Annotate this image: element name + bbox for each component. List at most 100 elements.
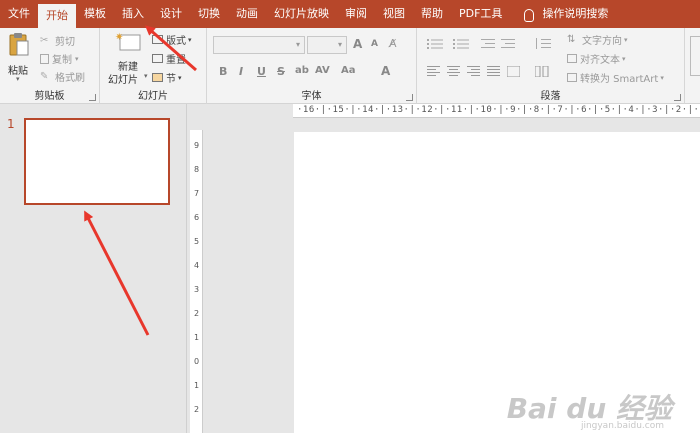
slides-group-label: 幻灯片 (138, 91, 168, 102)
baidu-watermark-url: jingyan.baidu.com (580, 421, 664, 431)
cut-label: 剪切 (55, 37, 75, 48)
strikethrough-button[interactable]: S (277, 65, 285, 78)
vertical-ruler-tick: 7 (193, 189, 200, 198)
char-spacing-button[interactable]: AV (315, 65, 330, 76)
menu-help[interactable]: 帮助 (413, 0, 451, 28)
line-spacing-icon[interactable] (535, 38, 553, 50)
copy-icon (40, 53, 49, 64)
align-text-icon (567, 54, 577, 63)
slide-thumbnail[interactable] (24, 118, 170, 205)
chevron-down-icon: ▾ (622, 54, 626, 63)
menu-template[interactable]: 模板 (76, 0, 114, 28)
font-group-label: 字体 (301, 91, 322, 102)
reset-label: 重置 (166, 55, 186, 66)
reset-button[interactable]: 重置 (152, 51, 186, 66)
chevron-down-icon: ▾ (144, 72, 148, 80)
drawing-shapes-icon[interactable] (690, 36, 700, 76)
change-case-button[interactable]: Aa (341, 65, 356, 76)
increase-indent-icon[interactable] (501, 38, 515, 50)
align-left-icon[interactable] (427, 66, 440, 77)
menu-slideshow[interactable]: 幻灯片放映 (266, 0, 337, 28)
search-tell-me[interactable]: 操作说明搜索 (540, 0, 616, 28)
smartart-icon (567, 73, 577, 82)
menu-home[interactable]: 开始 (38, 4, 76, 28)
align-text-button[interactable]: 对齐文本 ▾ (567, 51, 626, 66)
align-center-icon[interactable] (447, 66, 460, 77)
section-icon (152, 73, 163, 82)
font-color-button[interactable]: A (381, 64, 390, 78)
font-size-combo[interactable]: ▾ (307, 36, 347, 54)
menu-file[interactable]: 文件 (0, 0, 38, 28)
menu-insert[interactable]: 插入 (114, 0, 152, 28)
vertical-ruler: 9 8 7 6 5 4 3 2 1 0 1 2 (190, 130, 203, 433)
distributed-icon[interactable] (507, 66, 520, 77)
menu-review[interactable]: 审阅 (337, 0, 375, 28)
format-painter-label: 格式刷 (55, 73, 85, 84)
cut-button[interactable]: ✂ 剪切 (40, 33, 75, 49)
text-direction-icon: ⇅ (567, 33, 576, 45)
reset-icon (152, 54, 163, 63)
bullets-icon[interactable] (427, 38, 445, 50)
format-painter-button[interactable]: ✎ 格式刷 (40, 69, 85, 85)
new-slide-label-2: 幻灯片 (108, 75, 138, 86)
group-paragraph: ⇅ 文字方向 ▾ 对齐文本 ▾ 转换为 SmartArt ▾ 段落 (417, 28, 685, 104)
vertical-ruler-tick: 2 (193, 309, 200, 318)
chevron-down-icon: ▾ (295, 40, 300, 49)
justify-icon[interactable] (487, 66, 500, 77)
chevron-down-icon: ▾ (337, 40, 342, 49)
bold-button[interactable]: B (219, 65, 227, 78)
dialog-launcher-icon[interactable] (89, 94, 96, 101)
font-name-combo[interactable]: ▾ (213, 36, 305, 54)
underline-button[interactable]: U (257, 65, 266, 78)
menu-animation[interactable]: 动画 (228, 0, 266, 28)
clear-format-icon[interactable]: A̸ (389, 37, 397, 50)
dialog-launcher-icon[interactable] (406, 94, 413, 101)
copy-button[interactable]: 复制 ▾ (40, 51, 79, 66)
horizontal-ruler: ·16·|·15·|·14·|·13·|·12·|·11·|·10·|·9·|·… (293, 104, 700, 118)
chevron-down-icon: ▾ (188, 35, 192, 44)
vertical-ruler-tick: 3 (193, 285, 200, 294)
new-slide-button[interactable]: ✷ 新建 幻灯片 ▾ (106, 30, 150, 88)
align-right-icon[interactable] (467, 66, 480, 77)
layout-icon (152, 35, 163, 44)
shrink-font-button[interactable]: A (371, 39, 378, 49)
menu-design[interactable]: 设计 (152, 0, 190, 28)
vertical-ruler-tick: 5 (193, 237, 200, 246)
columns-icon[interactable] (535, 66, 549, 77)
decrease-indent-icon[interactable] (481, 38, 495, 50)
vertical-ruler-tick: 2 (193, 405, 200, 414)
smartart-label: 转换为 SmartArt (580, 74, 659, 85)
menu-transition[interactable]: 切换 (190, 0, 228, 28)
vertical-ruler-tick: 0 (193, 357, 200, 366)
brush-icon: ✎ (40, 70, 49, 82)
section-button[interactable]: 节 ▾ (152, 70, 182, 85)
menu-bar: 文件 开始 模板 插入 设计 切换 动画 幻灯片放映 审阅 视图 帮助 PDF工… (0, 0, 700, 28)
chevron-down-icon: ▾ (75, 54, 79, 63)
text-direction-button[interactable]: ⇅ 文字方向 ▾ (567, 32, 628, 48)
paragraph-group-label: 段落 (540, 91, 561, 102)
vertical-ruler-tick: 9 (193, 141, 200, 150)
layout-button[interactable]: 版式 ▾ (152, 32, 192, 47)
group-clipboard: 粘贴 ▾ ✂ 剪切 复制 ▾ ✎ 格式刷 剪贴板 (0, 28, 100, 104)
dialog-launcher-icon[interactable] (674, 94, 681, 101)
group-slides: ✷ 新建 幻灯片 ▾ 版式 ▾ 重置 节 ▾ 幻灯片 (100, 28, 207, 104)
clipboard-group-label: 剪贴板 (34, 91, 65, 102)
clipboard-icon (9, 33, 29, 56)
paste-button[interactable]: 粘贴 ▾ (6, 32, 32, 84)
group-font: ▾ ▾ A A A̸ B I U S ab AV Aa A 字体 (207, 28, 417, 104)
shadow-button[interactable]: ab (295, 65, 309, 76)
menu-pdf[interactable]: PDF工具 (451, 0, 510, 28)
smartart-button[interactable]: 转换为 SmartArt ▾ (567, 70, 664, 85)
slide-thumbnail-pane: 1 (0, 104, 187, 433)
chevron-down-icon: ▾ (624, 35, 628, 44)
italic-button[interactable]: I (239, 65, 243, 78)
layout-label: 版式 (166, 36, 186, 47)
menu-view[interactable]: 视图 (375, 0, 413, 28)
align-text-label: 对齐文本 (580, 55, 620, 66)
grow-font-button[interactable]: A (353, 37, 362, 51)
vertical-ruler-tick: 8 (193, 165, 200, 174)
chevron-down-icon: ▾ (178, 73, 182, 82)
numbering-icon[interactable] (453, 38, 471, 50)
vertical-ruler-tick: 4 (193, 261, 200, 270)
scissors-icon: ✂ (40, 34, 49, 46)
